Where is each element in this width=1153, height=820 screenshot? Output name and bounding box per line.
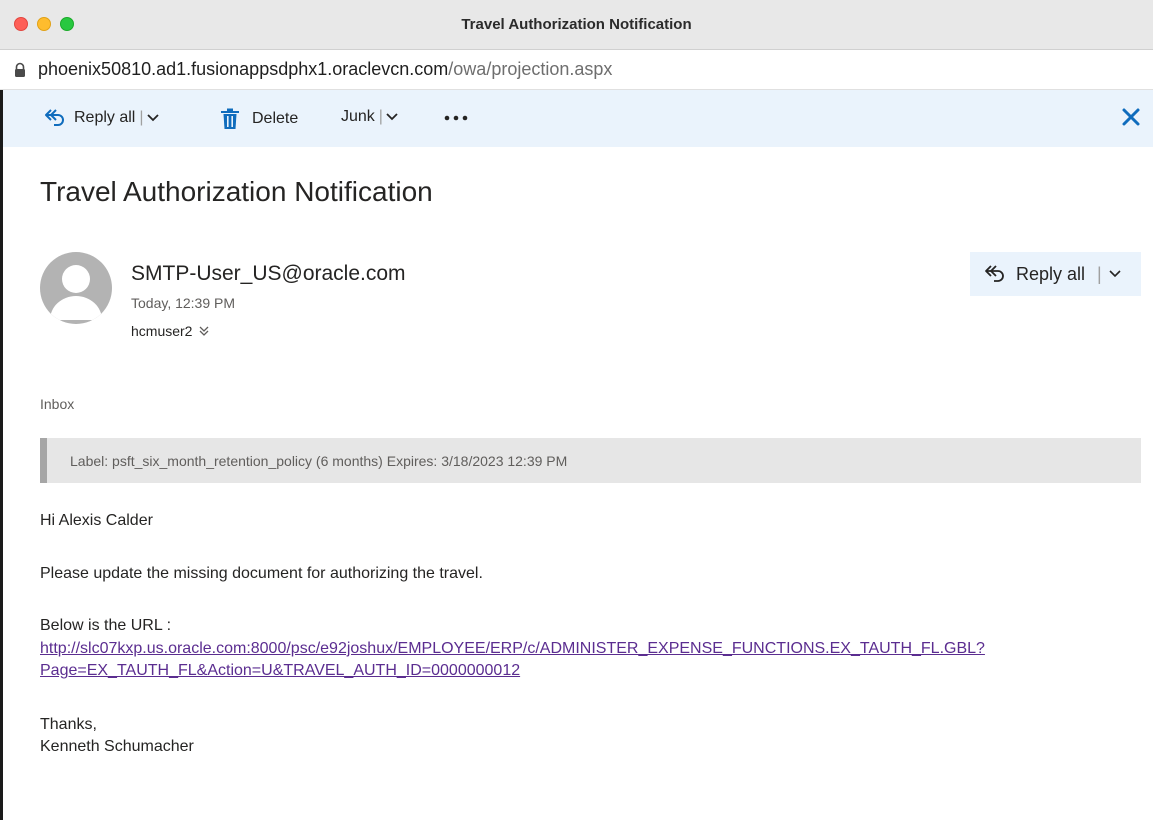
sender-address[interactable]: SMTP-User_US@oracle.com bbox=[131, 262, 406, 286]
recipient-name: hcmuser2 bbox=[131, 323, 193, 339]
url-text[interactable]: phoenix50810.ad1.fusionappsdphx1.oraclev… bbox=[38, 59, 612, 80]
divider: | bbox=[139, 109, 144, 126]
chevron-down-icon[interactable] bbox=[146, 113, 160, 123]
message-date: Today, 12:39 PM bbox=[131, 295, 236, 311]
link-line-2[interactable]: Page=EX_TAUTH_FL&Action=U&TRAVEL_AUTH_ID… bbox=[40, 662, 520, 679]
message-reply-all-button[interactable]: Reply all | bbox=[970, 252, 1141, 296]
url-path: /owa/projection.aspx bbox=[448, 59, 613, 79]
signature: Kenneth Schumacher bbox=[40, 738, 194, 755]
junk-button[interactable]: Junk | bbox=[341, 108, 399, 126]
reply-all-icon bbox=[985, 265, 1004, 282]
window-titlebar: Travel Authorization Notification bbox=[0, 0, 1153, 50]
delete-button[interactable]: Delete bbox=[220, 108, 298, 130]
window-frame bbox=[0, 90, 3, 820]
delete-label: Delete bbox=[252, 110, 299, 127]
lock-icon bbox=[15, 62, 25, 77]
command-bar: Reply all | Delete Junk | bbox=[0, 90, 1153, 147]
recipient-list[interactable]: hcmuser2 bbox=[131, 323, 210, 339]
more-actions-button[interactable] bbox=[444, 115, 470, 121]
divider: | bbox=[378, 108, 383, 125]
url-host: phoenix50810.ad1.fusionappsdphx1.oraclev… bbox=[38, 59, 449, 79]
closing: Thanks, bbox=[40, 716, 97, 733]
body-paragraph: Please update the missing document for a… bbox=[40, 565, 483, 582]
person-icon bbox=[50, 265, 102, 320]
message-subject: Travel Authorization Notification bbox=[40, 176, 433, 207]
close-icon[interactable] bbox=[1121, 107, 1141, 127]
reply-all-button[interactable]: Reply all | bbox=[44, 108, 160, 128]
window-title: Travel Authorization Notification bbox=[461, 16, 692, 33]
chevron-down-icon[interactable] bbox=[385, 112, 399, 122]
folder-name: Inbox bbox=[40, 396, 75, 412]
trash-icon bbox=[221, 108, 239, 129]
link-line-1[interactable]: http://slc07kxp.us.oracle.com:8000/psc/e… bbox=[40, 640, 985, 657]
reply-all-label: Reply all bbox=[74, 109, 136, 126]
travel-auth-link[interactable]: http://slc07kxp.us.oracle.com:8000/psc/e… bbox=[40, 638, 1120, 682]
address-bar[interactable]: phoenix50810.ad1.fusionappsdphx1.oraclev… bbox=[0, 50, 1153, 90]
reply-all-label: Reply all bbox=[1016, 263, 1086, 284]
more-icon bbox=[444, 115, 468, 121]
double-chevron-down-icon[interactable] bbox=[198, 325, 210, 337]
greeting: Hi Alexis Calder bbox=[40, 512, 153, 529]
chevron-down-icon[interactable] bbox=[1108, 269, 1122, 279]
avatar[interactable] bbox=[40, 252, 112, 324]
reply-all-icon bbox=[45, 109, 64, 126]
url-intro: Below is the URL : bbox=[40, 617, 172, 634]
retention-label-bar: Label: psft_six_month_retention_policy (… bbox=[40, 438, 1141, 483]
junk-label: Junk bbox=[341, 108, 375, 125]
divider: | bbox=[1097, 263, 1102, 284]
